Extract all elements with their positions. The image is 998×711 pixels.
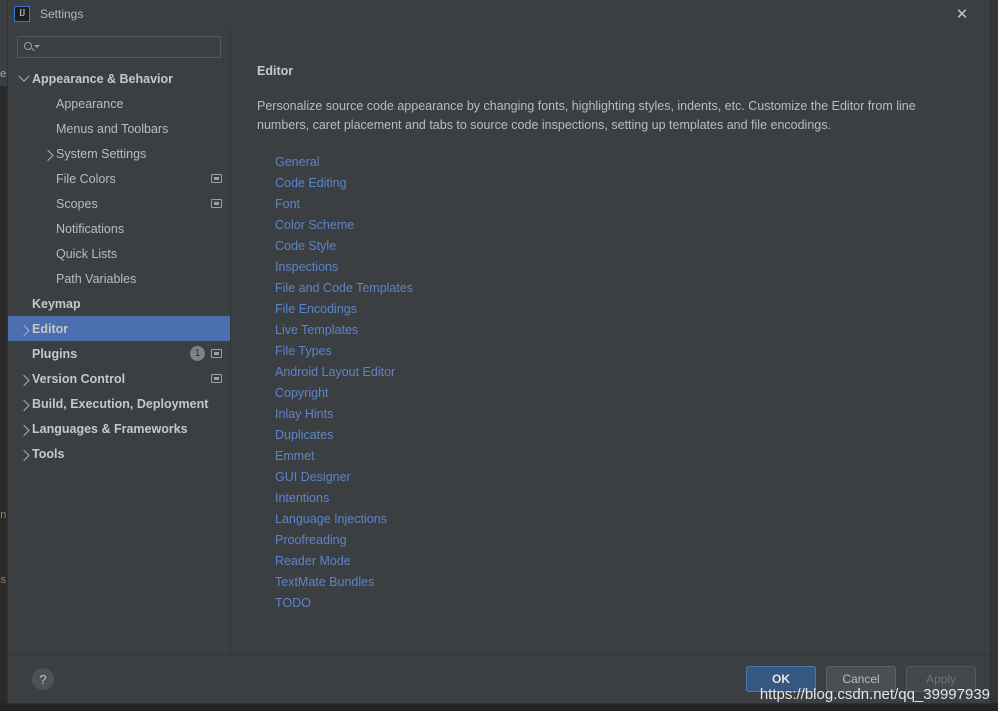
sidebar-item-scopes[interactable]: Scopes [8, 191, 230, 216]
content-link-color-scheme[interactable]: Color Scheme [275, 215, 354, 236]
search-icon [24, 41, 40, 54]
content-link-file-types[interactable]: File Types [275, 341, 332, 362]
content-link-language-injections[interactable]: Language Injections [275, 509, 387, 530]
sidebar-item-label: Version Control [32, 371, 126, 386]
content-link-code-editing[interactable]: Code Editing [275, 173, 347, 194]
help-icon[interactable]: ? [32, 668, 54, 690]
ide-right-edge [990, 0, 998, 711]
content-link-todo[interactable]: TODO [275, 593, 311, 614]
content-link-android-layout-editor[interactable]: Android Layout Editor [275, 362, 395, 383]
sidebar-item-label: System Settings [56, 146, 147, 161]
ide-bottom-edge [0, 703, 998, 711]
search-box[interactable] [17, 36, 221, 58]
sidebar-item-label: Appearance & Behavior [32, 71, 174, 86]
content-link-inlay-hints[interactable]: Inlay Hints [275, 404, 333, 425]
cancel-button[interactable]: Cancel [826, 666, 896, 692]
sidebar-item-languages-frameworks[interactable]: Languages & Frameworks [8, 416, 230, 441]
close-icon[interactable]: ✕ [948, 0, 976, 28]
sidebar-item-label: Tools [32, 446, 65, 461]
content-link-file-and-code-templates[interactable]: File and Code Templates [275, 278, 413, 299]
content-link-general[interactable]: General [275, 152, 319, 173]
sidebar-item-menus-and-toolbars[interactable]: Menus and Toolbars [8, 116, 230, 141]
sidebar-item-notifications[interactable]: Notifications [8, 216, 230, 241]
sidebar-item-path-variables[interactable]: Path Variables [8, 266, 230, 291]
sidebar-item-label: File Colors [56, 171, 116, 186]
sidebar-item-label: Plugins [32, 346, 78, 361]
sidebar-item-label: Editor [32, 321, 69, 336]
project-scope-icon [211, 174, 222, 183]
plugin-count-badge: 1 [190, 346, 205, 361]
search-input[interactable] [37, 38, 220, 56]
settings-content-panel: Editor Personalize source code appearanc… [230, 28, 990, 654]
dialog-footer: ? OK Cancel Apply [8, 654, 990, 703]
chevron-down-icon[interactable] [16, 70, 32, 83]
dialog-title: Settings [40, 7, 84, 21]
chevron-right-icon[interactable] [16, 449, 32, 461]
page-description: Personalize source code appearance by ch… [257, 99, 916, 132]
settings-sidebar: Appearance & Behavior Appearance Menus and… [8, 28, 230, 654]
sidebar-item-label: Quick Lists [56, 246, 118, 261]
content-link-gui-designer[interactable]: GUI Designer [275, 467, 351, 488]
content-link-reader-mode[interactable]: Reader Mode [275, 551, 351, 572]
content-link-textmate-bundles[interactable]: TextMate Bundles [275, 572, 374, 593]
sidebar-item-appearance-behavior[interactable]: Appearance & Behavior [8, 66, 230, 91]
content-link-intentions[interactable]: Intentions [275, 488, 329, 509]
sidebar-item-file-colors[interactable]: File Colors [8, 166, 230, 191]
sidebar-item-label: Languages & Frameworks [32, 421, 188, 436]
content-link-font[interactable]: Font [275, 194, 300, 215]
sidebar-item-tools[interactable]: Tools [8, 441, 230, 466]
content-link-file-encodings[interactable]: File Encodings [275, 299, 357, 320]
content-link-live-templates[interactable]: Live Templates [275, 320, 358, 341]
sidebar-item-label: Keymap [32, 296, 81, 311]
ok-button[interactable]: OK [746, 666, 816, 692]
chevron-right-icon[interactable] [16, 424, 32, 436]
content-link-emmet[interactable]: Emmet [275, 446, 315, 467]
chevron-right-icon[interactable] [16, 324, 32, 336]
apply-button: Apply [906, 666, 976, 692]
content-link-code-style[interactable]: Code Style [275, 236, 336, 257]
sidebar-item-label: Appearance [56, 96, 124, 111]
content-link-duplicates[interactable]: Duplicates [275, 425, 333, 446]
dialog-title-bar: IJ Settings ✕ [8, 0, 990, 28]
project-scope-icon [211, 374, 222, 383]
chevron-right-icon[interactable] [16, 399, 32, 411]
sidebar-item-editor[interactable]: Editor [8, 316, 230, 341]
subsection-link-list: General Code Editing Font Color Scheme Code … [257, 152, 964, 614]
sidebar-item-label: Scopes [56, 196, 98, 211]
sidebar-item-plugins[interactable]: Plugins 1 [8, 341, 230, 366]
content-link-copyright[interactable]: Copyright [275, 383, 329, 404]
search-row [8, 28, 230, 65]
sidebar-item-label: Menus and Toolbars [56, 121, 169, 136]
intellij-idea-icon: IJ [14, 6, 30, 22]
project-scope-icon [211, 199, 222, 208]
sidebar-item-version-control[interactable]: Version Control [8, 366, 230, 391]
settings-tree: Appearance & Behavior Appearance Menus and… [8, 65, 230, 654]
dialog-body: Appearance & Behavior Appearance Menus and… [8, 28, 990, 654]
page-title: Editor [257, 64, 294, 78]
chevron-right-icon[interactable] [16, 374, 32, 386]
settings-dialog: IJ Settings ✕ Appearance & Behavior Appea… [8, 0, 990, 703]
sidebar-item-label: Path Variables [56, 271, 137, 286]
project-scope-icon [211, 349, 222, 358]
sidebar-item-build-execution-deployment[interactable]: Build, Execution, Deployment [8, 391, 230, 416]
sidebar-item-label: Build, Execution, Deployment [32, 396, 209, 411]
sidebar-item-label: Notifications [56, 221, 125, 236]
sidebar-item-quick-lists[interactable]: Quick Lists [8, 241, 230, 266]
content-link-proofreading[interactable]: Proofreading [275, 530, 347, 551]
sidebar-item-system-settings[interactable]: System Settings [8, 141, 230, 166]
sidebar-item-keymap[interactable]: Keymap [8, 291, 230, 316]
content-link-inspections[interactable]: Inspections [275, 257, 338, 278]
sidebar-item-appearance[interactable]: Appearance [8, 91, 230, 116]
chevron-right-icon[interactable] [40, 149, 56, 161]
